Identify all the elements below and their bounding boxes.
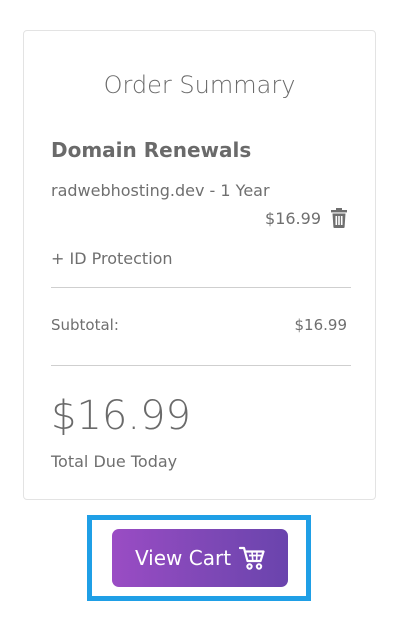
domain-renewals-heading: Domain Renewals [51, 138, 252, 162]
trash-icon[interactable] [331, 208, 347, 228]
subtotal-label: Subtotal: [51, 316, 119, 334]
domain-item-price: $16.99 [265, 208, 321, 228]
view-cart-button[interactable]: View Cart [112, 529, 288, 587]
divider [51, 287, 351, 288]
order-summary-title: Order Summary [103, 71, 296, 99]
view-cart-label: View Cart [134, 546, 232, 570]
total-due-label: Total Due Today [51, 452, 178, 471]
shopping-cart-icon [238, 546, 265, 570]
id-protection-addon: + ID Protection [51, 249, 173, 268]
subtotal-value: $16.99 [294, 316, 348, 334]
order-summary-card: Order Summary Domain Renewals radwebhost… [23, 30, 376, 500]
domain-item-name: radwebhosting.dev - 1 Year [51, 181, 270, 200]
total-amount: $16.99 [51, 393, 191, 439]
divider [51, 365, 351, 366]
domain-item-price-row: $16.99 [265, 208, 347, 228]
